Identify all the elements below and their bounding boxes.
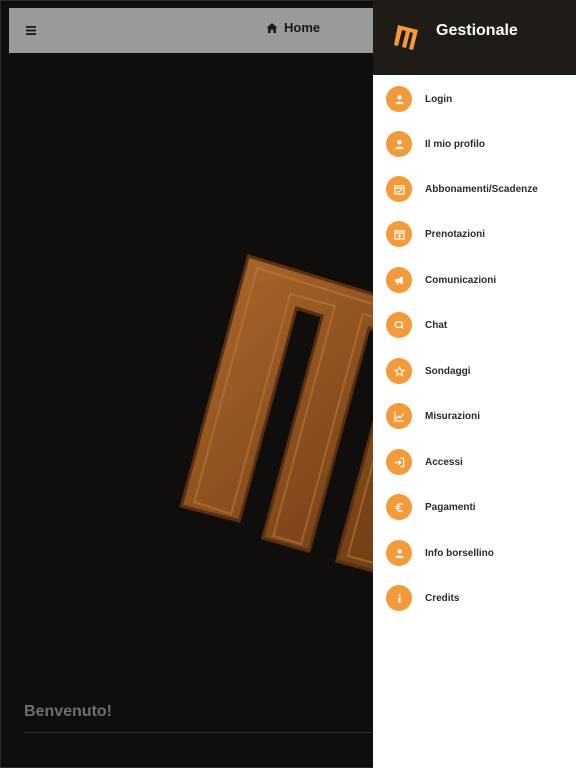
drawer-title: Gestionale	[436, 22, 518, 39]
info-icon	[386, 585, 412, 611]
chat-icon	[386, 312, 412, 338]
chart-icon	[386, 403, 412, 429]
menu-item-label: Abbonamenti/Scadenze	[425, 183, 538, 195]
menu-item-label: Login	[425, 93, 453, 105]
menu-item-label: Chat	[425, 319, 448, 331]
hamburger-icon	[26, 25, 36, 35]
menu-item-credits[interactable]: Credits	[386, 584, 571, 612]
menu-item-wallet-info[interactable]: Info borsellino	[386, 539, 571, 567]
brand-logo-icon	[394, 25, 418, 50]
top-bar: Home	[9, 8, 389, 53]
menu-item-chat[interactable]: Chat	[386, 311, 571, 339]
menu-item-label: Info borsellino	[425, 547, 494, 559]
megaphone-icon	[386, 267, 412, 293]
user-icon	[386, 86, 412, 112]
menu-item-payments[interactable]: Pagamenti	[386, 493, 571, 521]
menu-item-access[interactable]: Accessi	[386, 448, 571, 476]
menu-item-communications[interactable]: Comunicazioni	[386, 266, 571, 294]
user-icon	[386, 131, 412, 157]
home-icon	[266, 22, 278, 33]
menu-item-label: Accessi	[425, 456, 463, 468]
user-icon	[386, 540, 412, 566]
euro-icon	[386, 494, 412, 520]
calendar-plus-icon	[386, 221, 412, 247]
divider	[24, 732, 374, 733]
calendar-check-icon	[386, 176, 412, 202]
menu-item-label: Sondaggi	[425, 365, 471, 377]
menu-item-label: Pagamenti	[425, 501, 476, 513]
sign-in-icon	[386, 449, 412, 475]
star-icon	[386, 358, 412, 384]
home-link[interactable]: Home	[266, 20, 320, 35]
menu-item-label: Credits	[425, 592, 460, 604]
welcome-heading: Benvenuto!	[24, 703, 112, 720]
menu-item-label: Il mio profilo	[425, 138, 485, 150]
menu-item-profile[interactable]: Il mio profilo	[386, 130, 571, 158]
drawer-header: Gestionale	[373, 0, 576, 75]
menu-item-surveys[interactable]: Sondaggi	[386, 357, 571, 385]
menu-item-bookings[interactable]: Prenotazioni	[386, 220, 571, 248]
navigation-drawer: Gestionale Login Il mio profilo Abboname…	[373, 0, 576, 768]
menu-item-subscriptions[interactable]: Abbonamenti/Scadenze	[386, 175, 571, 203]
menu-item-measurements[interactable]: Misurazioni	[386, 402, 571, 430]
menu-item-label: Prenotazioni	[425, 228, 486, 240]
menu-item-login[interactable]: Login	[386, 85, 571, 113]
home-label: Home	[284, 20, 321, 35]
hamburger-menu-button[interactable]	[23, 22, 39, 38]
menu-item-label: Misurazioni	[425, 410, 481, 422]
brand-logo-image	[179, 254, 391, 576]
menu-item-label: Comunicazioni	[425, 274, 497, 286]
